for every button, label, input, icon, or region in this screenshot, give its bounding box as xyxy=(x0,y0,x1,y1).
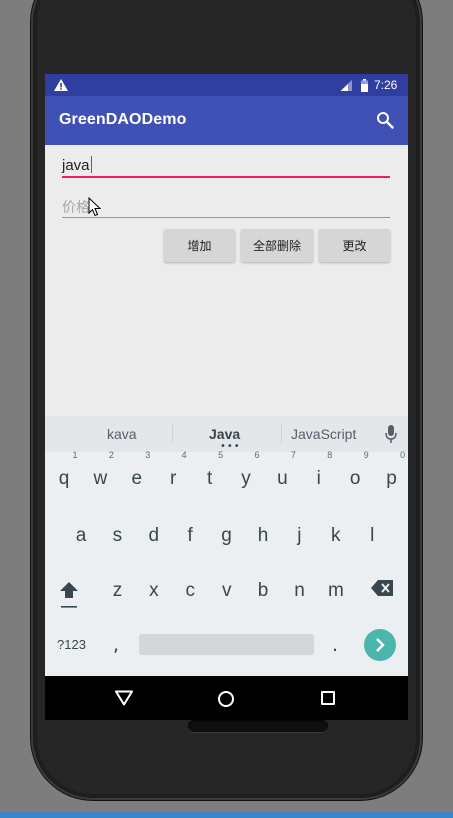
microphone-icon[interactable] xyxy=(385,425,397,443)
battery-icon xyxy=(361,79,368,92)
key-hint: 7 xyxy=(290,450,296,460)
text-cursor xyxy=(90,156,92,173)
app-toolbar: GreenDAODemo xyxy=(45,96,408,145)
key-hint: 9 xyxy=(363,450,369,460)
phone-screen: 7:26 GreenDAODemo java 价格 增加 全部删除 更改 kav… xyxy=(45,74,408,720)
suggestion-strip: kava Java ••• JavaScript xyxy=(45,416,408,452)
update-button[interactable]: 更改 xyxy=(319,229,390,262)
key-l[interactable]: l xyxy=(357,525,387,547)
chevron-right-icon xyxy=(376,638,385,652)
symbols-key[interactable]: ?123 xyxy=(57,637,86,652)
warning-icon xyxy=(54,79,68,91)
go-key[interactable] xyxy=(364,629,396,661)
key-o[interactable]: o xyxy=(340,468,370,490)
desktop-taskbar-strip xyxy=(0,812,453,818)
key-k[interactable]: k xyxy=(321,525,351,547)
key-hint: 5 xyxy=(218,450,224,460)
add-button[interactable]: 增加 xyxy=(164,229,235,262)
key-i[interactable]: i xyxy=(304,468,334,490)
suggestion-item[interactable]: kava xyxy=(107,426,137,442)
signal-icon xyxy=(340,80,352,91)
bottom-speaker xyxy=(188,720,328,732)
key-h[interactable]: h xyxy=(248,525,278,547)
delete-all-button[interactable]: 全部删除 xyxy=(241,229,313,262)
key-x[interactable]: x xyxy=(139,580,169,602)
key-hint: 4 xyxy=(181,450,187,460)
suggestion-divider xyxy=(281,424,282,444)
key-p[interactable]: p xyxy=(377,468,407,490)
key-hint: 6 xyxy=(254,450,260,460)
status-bar: 7:26 xyxy=(45,74,408,96)
key-q[interactable]: q xyxy=(49,468,79,490)
back-icon[interactable] xyxy=(115,690,133,706)
key-d[interactable]: d xyxy=(139,525,169,547)
key-e[interactable]: e xyxy=(122,468,152,490)
mouse-pointer-icon xyxy=(88,197,102,217)
navigation-bar xyxy=(45,676,408,720)
comma-key[interactable]: , xyxy=(113,634,119,656)
period-key[interactable]: . xyxy=(332,634,338,656)
status-clock: 7:26 xyxy=(374,78,398,92)
key-y[interactable]: y xyxy=(231,468,261,490)
price-input[interactable]: 价格 xyxy=(62,194,390,218)
key-hint: 8 xyxy=(327,450,333,460)
key-s[interactable]: s xyxy=(102,525,132,547)
key-hint: 0 xyxy=(400,450,406,460)
home-icon[interactable] xyxy=(218,691,234,707)
key-r[interactable]: r xyxy=(158,468,188,490)
backspace-icon[interactable] xyxy=(371,580,393,596)
space-key[interactable] xyxy=(139,634,314,655)
key-u[interactable]: u xyxy=(267,468,297,490)
recent-apps-icon[interactable] xyxy=(321,691,335,705)
key-v[interactable]: v xyxy=(212,580,242,602)
name-input[interactable]: java xyxy=(62,154,390,178)
key-t[interactable]: t xyxy=(195,468,225,490)
key-m[interactable]: m xyxy=(321,580,351,602)
key-hint: 3 xyxy=(145,450,151,460)
soft-keyboard: kava Java ••• JavaScript q 1w 2e 3r 4t 5y 6u 7i… xyxy=(45,416,408,676)
suggestion-item-primary[interactable]: Java xyxy=(209,426,240,442)
key-c[interactable]: c xyxy=(175,580,205,602)
key-n[interactable]: n xyxy=(285,580,315,602)
key-f[interactable]: f xyxy=(175,525,205,547)
key-j[interactable]: j xyxy=(284,525,314,547)
shift-icon[interactable] xyxy=(59,580,79,610)
key-b[interactable]: b xyxy=(248,580,278,602)
key-hint: 1 xyxy=(72,450,78,460)
suggestion-divider xyxy=(172,424,173,444)
key-z[interactable]: z xyxy=(103,580,133,602)
name-input-value: java xyxy=(62,157,90,174)
key-w[interactable]: w xyxy=(85,468,115,490)
app-title: GreenDAODemo xyxy=(59,111,187,128)
key-a[interactable]: a xyxy=(66,525,96,547)
key-hint: 2 xyxy=(108,450,114,460)
key-g[interactable]: g xyxy=(212,525,242,547)
search-icon[interactable] xyxy=(376,111,394,129)
suggestion-item[interactable]: JavaScript xyxy=(291,426,356,442)
